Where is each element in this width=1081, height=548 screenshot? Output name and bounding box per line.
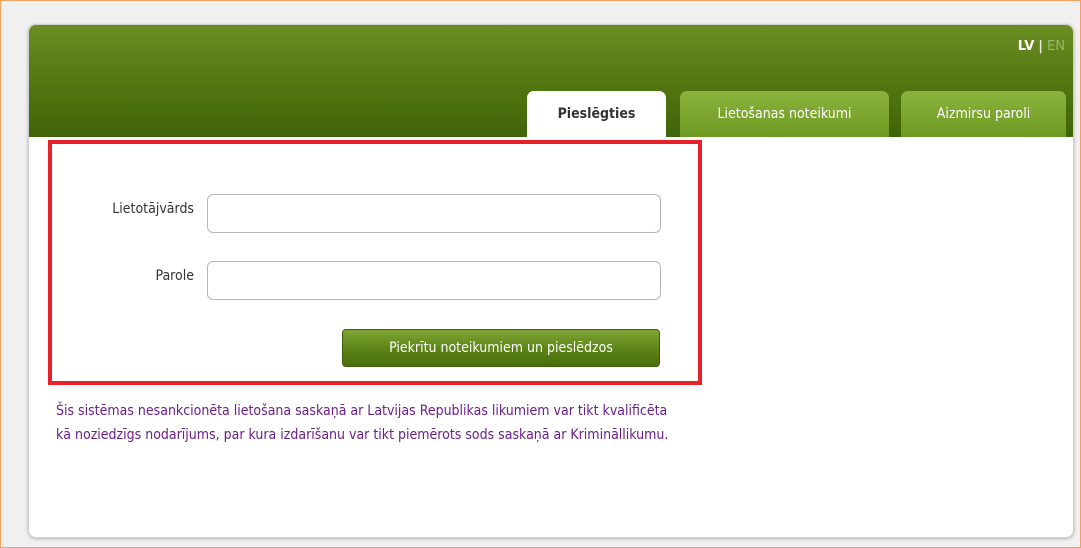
legal-notice: Šis sistēmas nesankcionēta lietošana sas… <box>56 403 669 443</box>
agree-and-login-button[interactable]: Piekrītu noteikumiem un pieslēdzos <box>342 329 660 367</box>
password-label: Parole <box>155 268 194 284</box>
username-label: Lietotājvārds <box>112 201 194 217</box>
language-separator: | <box>1038 39 1044 54</box>
tab-terms-of-use[interactable]: Lietošanas noteikumi <box>680 91 889 137</box>
language-en[interactable]: EN <box>1047 39 1065 54</box>
password-input[interactable] <box>207 261 661 300</box>
tab-login[interactable]: Pieslēgties <box>527 91 666 137</box>
username-input[interactable] <box>207 194 661 233</box>
language-lv[interactable]: LV <box>1018 39 1035 54</box>
header-bar: LV | EN Pieslēgties Lietošanas noteikumi A… <box>29 25 1073 137</box>
window-frame: LV | EN Pieslēgties Lietošanas noteikumi A… <box>0 0 1081 548</box>
tab-forgot-password[interactable]: Aizmirsu paroli <box>901 91 1066 137</box>
language-switcher: LV | EN <box>1018 39 1065 54</box>
